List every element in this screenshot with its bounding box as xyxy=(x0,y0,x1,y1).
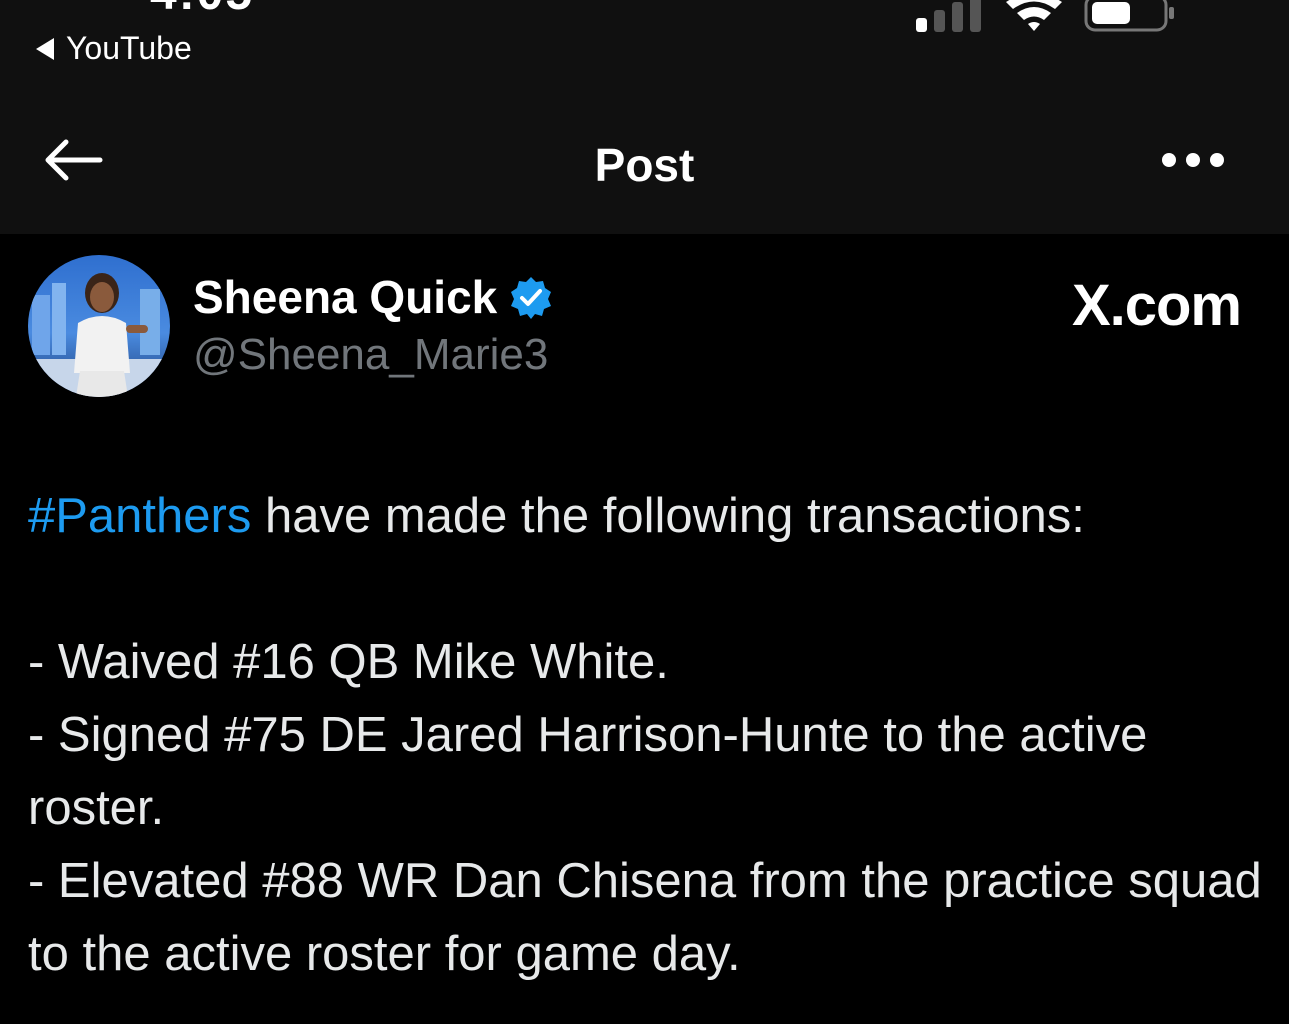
transaction-line: - Waived #16 QB Mike White. xyxy=(28,635,669,689)
back-app-label: YouTube xyxy=(66,30,192,66)
status-bar: 4:05 YouTube xyxy=(0,0,1289,90)
wifi-icon xyxy=(1006,0,1062,31)
back-to-app-button[interactable]: YouTube xyxy=(36,30,192,67)
hashtag-link[interactable]: #Panthers xyxy=(28,489,251,543)
more-horizontal-icon[interactable] xyxy=(1160,150,1226,170)
page-title: Post xyxy=(594,139,695,191)
avatar-photo xyxy=(28,255,170,397)
cellular-signal-icon xyxy=(916,0,981,32)
post: Sheena Quick @Sheena_Marie3 X.com #Panth… xyxy=(0,234,1289,1024)
back-triangle-icon xyxy=(36,37,54,60)
verified-badge-icon xyxy=(511,277,552,319)
tweet-text: #Panthers have made the following transa… xyxy=(28,480,1278,991)
avatar[interactable] xyxy=(28,255,170,397)
tweet-intro-text: have made the following transactions: xyxy=(251,489,1085,543)
xcom-watermark: X.com xyxy=(1071,273,1242,338)
author-display-name[interactable]: Sheena Quick xyxy=(193,270,497,324)
author-handle[interactable]: @Sheena_Marie3 xyxy=(193,330,548,380)
author-name-row[interactable]: Sheena Quick xyxy=(193,270,553,324)
status-clock: 4:05 xyxy=(150,0,254,21)
transaction-line: - Signed #75 DE Jared Harrison-Hunte to … xyxy=(28,708,1148,835)
tweet-intro-line: #Panthers have made the following transa… xyxy=(28,480,1278,553)
top-navigation-bar: Post xyxy=(0,90,1289,234)
transaction-line: - Elevated #88 WR Dan Chisena from the p… xyxy=(28,854,1262,981)
battery-icon xyxy=(1084,0,1174,32)
